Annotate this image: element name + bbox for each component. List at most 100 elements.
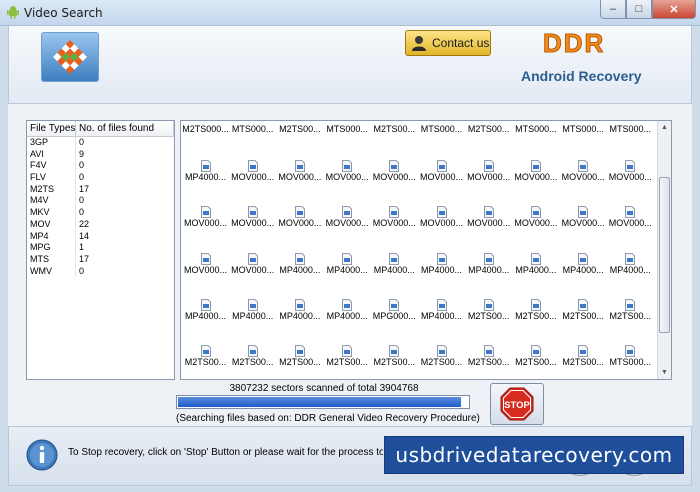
file-name: MP4000... [562, 264, 604, 275]
file-item[interactable]: MTS000... [607, 345, 654, 379]
file-name: MP4000... [373, 264, 415, 275]
file-type-name: M4V [27, 195, 76, 208]
stop-button[interactable]: STOP [490, 383, 544, 425]
video-file-icon [483, 160, 494, 173]
logo-icon [53, 40, 87, 74]
file-item[interactable]: M2TS00... [465, 345, 512, 379]
close-button[interactable]: ✕ [652, 0, 696, 19]
info-icon [26, 439, 58, 471]
file-name: M2TS00... [562, 310, 604, 321]
file-name: MP4000... [184, 310, 227, 321]
file-item[interactable]: M2TS00... [324, 345, 371, 379]
minimize-icon: – [609, 3, 617, 15]
scroll-up-icon[interactable]: ▲ [658, 121, 671, 134]
android-app-icon [7, 6, 19, 19]
file-type-row[interactable]: F4V 0 [27, 160, 174, 173]
file-type-row[interactable]: WMV 0 [27, 265, 174, 278]
file-item[interactable]: M2TS00... [560, 345, 607, 379]
file-name: MP4000... [326, 310, 368, 321]
file-item[interactable]: M2TS00... [229, 345, 276, 379]
file-name: MOV000... [514, 218, 558, 229]
search-procedure-text: (Searching files based on: DDR General V… [176, 413, 480, 424]
file-name: M2TS00... [373, 357, 416, 367]
file-item[interactable]: M2TS00... [418, 345, 465, 379]
file-type-row[interactable]: M2TS 17 [27, 183, 174, 196]
video-file-icon [436, 160, 447, 173]
video-file-icon [294, 252, 305, 265]
file-item[interactable]: M2TS00... [512, 345, 559, 379]
column-header-files-found[interactable]: No. of files found [76, 121, 174, 136]
video-file-icon [483, 252, 494, 265]
file-name: M2TS00... [231, 357, 274, 367]
maximize-icon: □ [635, 3, 643, 15]
file-name: MOV000... [231, 218, 275, 229]
file-type-name: MTS [27, 253, 76, 266]
file-name: MOV000... [467, 218, 511, 229]
minimize-button[interactable]: – [600, 0, 626, 19]
video-file-icon [200, 206, 211, 219]
file-name: MTS000... [515, 124, 557, 134]
file-type-count: 0 [79, 195, 85, 206]
file-type-row[interactable]: MOV 22 [27, 218, 174, 231]
contact-us-button[interactable]: Contact us [405, 30, 491, 56]
video-file-icon [436, 298, 447, 311]
file-type-row[interactable]: M4V 0 [27, 195, 174, 208]
file-item[interactable]: M2TS00... [276, 345, 323, 379]
file-type-row[interactable]: AVI 9 [27, 148, 174, 161]
files-scrollbar[interactable]: ▲ ▼ [657, 121, 671, 379]
file-item[interactable]: M2TS00... [182, 345, 229, 379]
sectors-status: 3807232 sectors scanned of total 3904768 [229, 383, 419, 394]
file-name: MTS000... [231, 124, 274, 134]
video-file-icon [294, 160, 305, 173]
video-file-icon [530, 298, 541, 311]
maximize-button[interactable]: □ [626, 0, 652, 19]
scrollbar-thumb[interactable] [659, 177, 670, 333]
file-type-row[interactable]: MKV 0 [27, 207, 174, 219]
video-file-icon [578, 252, 588, 265]
file-type-row[interactable]: 3GP 0 [27, 137, 174, 149]
file-name: MOV000... [514, 172, 558, 183]
video-file-icon [200, 252, 211, 265]
file-name: MP4000... [515, 264, 557, 275]
video-file-icon [389, 252, 400, 265]
file-name: MTS000... [609, 357, 652, 367]
file-type-row[interactable]: FLV 0 [27, 172, 174, 184]
file-type-name: MKV [27, 207, 76, 219]
app-logo [41, 32, 99, 82]
file-name: MP4000... [279, 310, 321, 321]
file-name: M2TS00... [373, 124, 416, 134]
file-name: MTS000... [609, 124, 652, 134]
file-type-row[interactable]: MTS 17 [27, 253, 174, 266]
video-file-icon [389, 345, 400, 357]
file-name: M2TS00... [279, 124, 321, 134]
file-type-count: 9 [79, 148, 85, 159]
file-type-row[interactable]: MPG 1 [27, 242, 174, 254]
file-name: MOV000... [561, 218, 605, 229]
video-file-icon [530, 160, 541, 173]
video-file-icon [625, 298, 636, 311]
file-name: MOV000... [372, 172, 416, 183]
column-header-file-types[interactable]: File Types [27, 121, 76, 136]
video-file-icon [625, 160, 636, 173]
file-item[interactable]: M2TS00... [371, 345, 418, 379]
file-type-count: 14 [79, 230, 90, 241]
video-file-icon [578, 160, 588, 173]
video-file-icon [625, 345, 636, 357]
file-name: MP4000... [609, 264, 651, 275]
scroll-down-icon[interactable]: ▼ [658, 366, 671, 379]
contact-us-label: Contact us [432, 36, 490, 50]
brand-logo-text: DDR [542, 28, 606, 59]
file-type-name: WMV [27, 265, 76, 278]
video-file-icon [342, 206, 352, 219]
file-type-row[interactable]: MP4 14 [27, 230, 174, 243]
file-type-count: 0 [79, 160, 85, 171]
video-file-icon [389, 298, 400, 311]
close-icon: ✕ [669, 3, 679, 16]
file-type-count: 0 [79, 207, 85, 218]
file-name: M2TS00... [467, 310, 510, 321]
file-name: MOV000... [608, 218, 652, 229]
stop-icon: STOP [500, 387, 534, 421]
file-name: MOV000... [419, 172, 464, 183]
watermark-banner: usbdrivedatarecovery.com [384, 436, 684, 474]
video-file-icon [530, 252, 541, 265]
